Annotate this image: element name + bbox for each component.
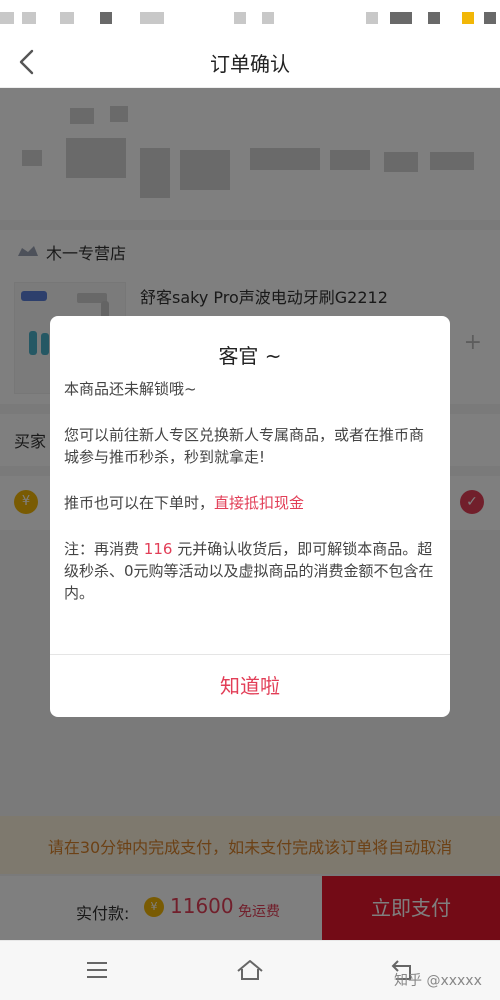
status-pixel — [484, 12, 496, 24]
status-pixel — [140, 12, 164, 24]
got-it-button[interactable]: 知道啦 — [50, 655, 450, 717]
dialog-amount: 116 — [143, 540, 173, 558]
nav-bar: 订单确认 — [0, 36, 500, 88]
menu-icon — [87, 962, 107, 978]
status-pixel — [60, 12, 74, 24]
status-pixel — [462, 12, 474, 24]
dialog-line: 您可以前往新人专区兑换新人专属商品，或者在推币商城参与推币秒杀，秒到就拿走! — [64, 426, 425, 466]
status-pixel — [100, 12, 112, 24]
unlock-dialog: 客官 ~ 本商品还未解锁哦~ 您可以前往新人专区兑换新人专属商品，或者在推币商城… — [50, 316, 450, 717]
dialog-text: 推币也可以在下单时， — [64, 494, 215, 512]
dialog-line: 推币也可以在下单时，直接抵扣现金 — [64, 492, 436, 514]
page-title: 订单确认 — [210, 52, 290, 76]
status-bar — [0, 0, 500, 36]
dialog-line: 本商品还未解锁哦~ — [64, 380, 197, 398]
status-pixel — [262, 12, 274, 24]
dialog-line: 注：再消费 116 元并确认收货后，即可解锁本商品。超级秒杀、0元购等活动以及虚… — [64, 538, 436, 604]
watermark: 知乎 @xxxxx — [394, 973, 482, 989]
home-button[interactable] — [235, 955, 265, 985]
home-icon — [237, 960, 263, 980]
menu-button[interactable] — [82, 955, 112, 985]
dialog-body: 本商品还未解锁哦~ 您可以前往新人专区兑换新人专属商品，或者在推币商城参与推币秒… — [64, 378, 436, 628]
dialog-text: 注：再消费 — [64, 540, 144, 558]
status-pixel — [0, 12, 14, 24]
status-pixel — [234, 12, 246, 24]
status-pixel — [428, 12, 440, 24]
dialog-highlight: 直接抵扣现金 — [214, 494, 305, 512]
status-pixel — [22, 12, 36, 24]
status-pixel — [390, 12, 412, 24]
dialog-title: 客官 ~ — [218, 344, 282, 368]
status-pixel — [366, 12, 378, 24]
